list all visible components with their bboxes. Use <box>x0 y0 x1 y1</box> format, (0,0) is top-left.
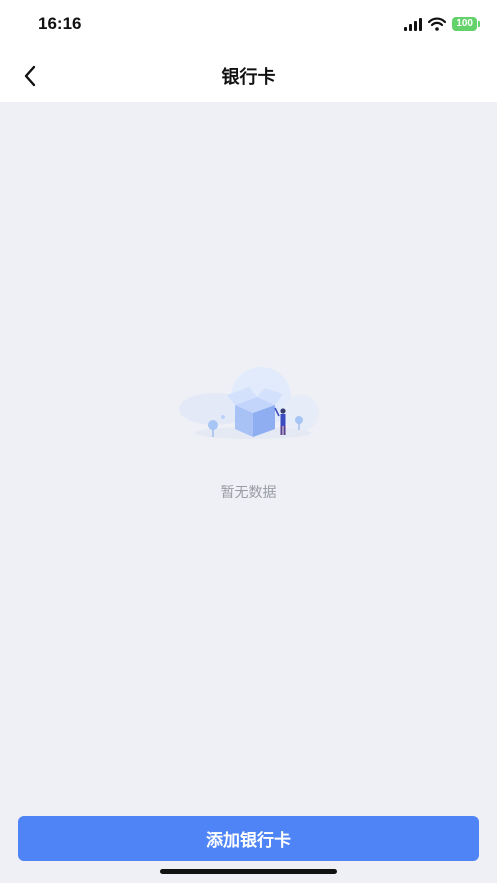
nav-bar: 银行卡 <box>0 50 497 102</box>
wifi-icon <box>428 17 447 31</box>
status-time: 16:16 <box>38 14 82 33</box>
status-icons: 100 <box>404 15 480 33</box>
status-bar: 16:16 100 <box>0 0 497 50</box>
content-area: 暂无数据 <box>0 102 497 883</box>
signal-icon <box>404 17 423 31</box>
page-title: 银行卡 <box>221 67 276 88</box>
home-indicator <box>160 869 337 874</box>
empty-state-text: 暂无数据 <box>220 485 277 501</box>
empty-box-icon <box>179 367 319 439</box>
add-bank-card-button[interactable]: 添加银行卡 <box>18 816 479 861</box>
battery-icon: 100 <box>452 17 480 31</box>
